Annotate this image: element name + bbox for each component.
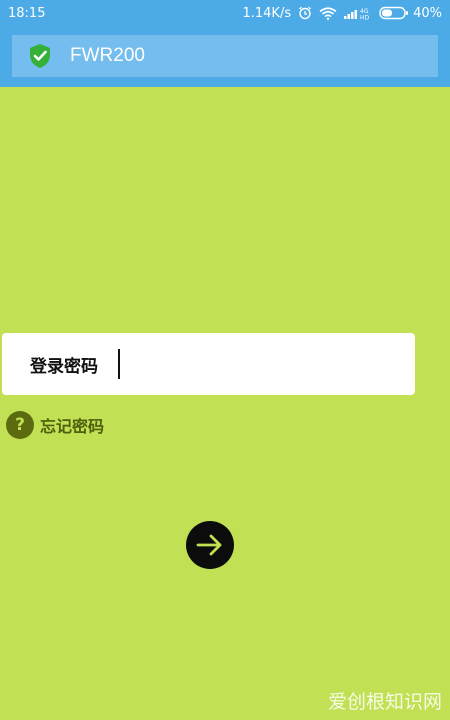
login-submit-button[interactable] <box>186 521 234 569</box>
device-title: FWR200 <box>70 45 145 66</box>
signal-icon: 4G HD <box>344 7 372 20</box>
watermark: 爱创根知识网 <box>327 691 442 713</box>
battery-indicator: 40% <box>379 6 442 21</box>
status-time: 18:15 <box>8 5 46 21</box>
network-speed: 1.14K/s <box>242 5 292 21</box>
question-mark-icon: ? <box>6 411 34 439</box>
password-field-container[interactable]: 登录密码 <box>2 333 415 395</box>
battery-percent: 40% <box>413 5 442 21</box>
wifi-icon <box>319 6 337 20</box>
arrow-right-icon <box>195 533 225 557</box>
shield-check-icon <box>28 43 52 69</box>
alarm-icon <box>298 6 312 20</box>
forgot-password-label: 忘记密码 <box>40 417 105 436</box>
status-indicators: 1.14K/s 4G HD 40% <box>242 6 442 21</box>
svg-text:HD: HD <box>360 14 370 20</box>
password-label: 登录密码 <box>30 356 98 377</box>
status-bar: 18:15 1.14K/s 4G HD 40% <box>0 0 450 26</box>
battery-icon <box>379 6 409 20</box>
forgot-password-link[interactable]: ? 忘记密码 <box>6 411 104 439</box>
password-input[interactable] <box>118 349 358 379</box>
title-bar: FWR200 <box>12 35 438 77</box>
